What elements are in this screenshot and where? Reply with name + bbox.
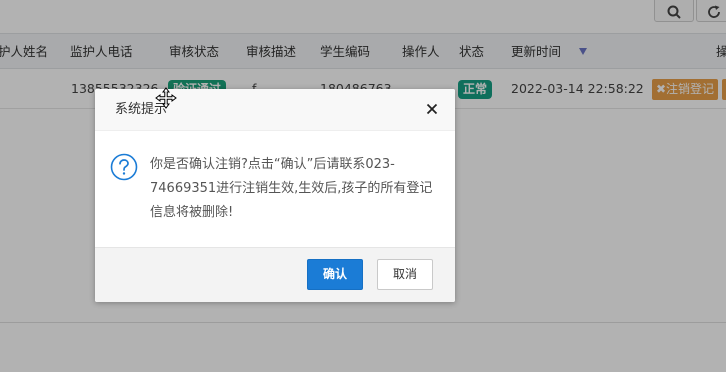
- question-icon: [110, 153, 138, 181]
- close-icon[interactable]: [425, 102, 439, 116]
- dialog-message: 你是否确认注销?点击“确认”后请联系023-74669351进行注销生效,生效后…: [150, 157, 433, 220]
- confirm-button[interactable]: 确认: [307, 259, 363, 290]
- confirm-dialog: 系统提示 你是否确认注销?点击“确认”后请联系023-74669351进行注销生…: [95, 89, 455, 302]
- cancel-button[interactable]: 取消: [377, 259, 433, 290]
- move-cursor-icon: [155, 87, 177, 109]
- dialog-footer: 确认 取消: [95, 247, 455, 302]
- dialog-body: 你是否确认注销?点击“确认”后请联系023-74669351进行注销生效,生效后…: [95, 131, 455, 247]
- dialog-header[interactable]: 系统提示: [95, 89, 455, 131]
